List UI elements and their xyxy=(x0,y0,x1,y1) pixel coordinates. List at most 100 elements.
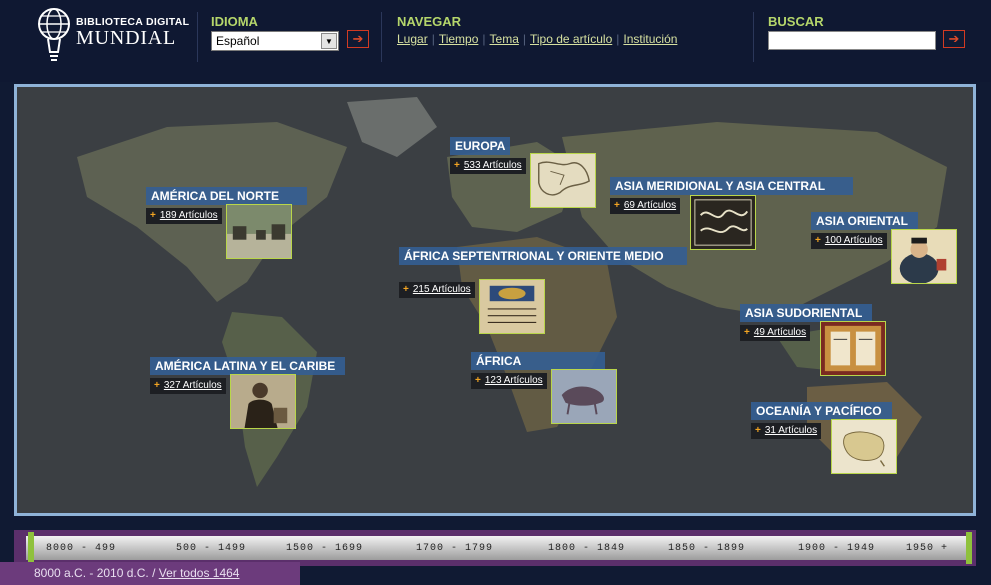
old-map-image xyxy=(832,420,896,473)
plus-icon: + xyxy=(150,210,156,221)
region-count-link[interactable]: 327 Artículos xyxy=(164,380,222,391)
header-divider xyxy=(381,12,382,62)
nav-link-time[interactable]: Tiempo xyxy=(439,32,479,46)
region-count: +31 Artículos xyxy=(751,423,822,439)
region-thumbnail[interactable] xyxy=(551,369,617,424)
view-all-link[interactable]: Ver todos 1464 xyxy=(159,566,240,580)
region-east-asia: ASIA ORIENTAL +100 Artículos xyxy=(811,212,957,288)
region-southeast-asia: ASIA SUDORIENTAL +49 Artículos xyxy=(740,304,900,380)
region-count-link[interactable]: 215 Artículos xyxy=(413,284,471,295)
timeline-start-handle[interactable] xyxy=(28,532,34,564)
world-map[interactable]: EUROPA +533 Artículos AMÉRICA DEL NORTE … xyxy=(14,84,976,516)
region-count: +123 Artículos xyxy=(471,373,547,389)
region-title[interactable]: ÁFRICA SEPTENTRIONAL Y ORIENTE MEDIO xyxy=(399,247,687,265)
portrait-painting-image xyxy=(892,230,956,283)
region-thumbnail[interactable] xyxy=(226,204,292,259)
language-label: IDIOMA xyxy=(211,14,258,29)
search-go-button[interactable]: ➔ xyxy=(943,30,965,48)
header-divider xyxy=(197,12,198,62)
region-title[interactable]: ASIA ORIENTAL xyxy=(811,212,918,230)
region-count-link[interactable]: 69 Artículos xyxy=(624,200,676,211)
timeline-segment[interactable]: 8000 - 499 xyxy=(46,543,116,554)
timeline-segment[interactable]: 1800 - 1849 xyxy=(548,543,625,554)
plus-icon: + xyxy=(475,375,481,386)
region-thumbnail[interactable] xyxy=(479,279,545,334)
region-count: +327 Artículos xyxy=(150,378,226,394)
plus-icon: + xyxy=(744,327,750,338)
region-count: +69 Artículos xyxy=(610,198,681,214)
header-divider xyxy=(753,12,754,62)
language-go-button[interactable]: ➔ xyxy=(347,30,369,48)
region-count: +100 Artículos xyxy=(811,233,887,249)
timeline-segment[interactable]: 1700 - 1799 xyxy=(416,543,493,554)
nav-separator: | xyxy=(431,32,435,46)
timeline-range-text: 8000 a.C. - 2010 d.C. / xyxy=(34,566,159,580)
timeline-range-label: 8000 a.C. - 2010 d.C. / Ver todos 1464 xyxy=(0,562,300,585)
nav-separator: | xyxy=(482,32,486,46)
language-selected-value: Español xyxy=(216,34,260,48)
region-thumbnail[interactable] xyxy=(530,153,596,208)
navigate-links: Lugar | Tiempo | Tema | Tipo de artículo | Insti… xyxy=(397,32,677,46)
plus-icon: + xyxy=(614,200,620,211)
timeline-segment[interactable]: 500 - 1499 xyxy=(176,543,246,554)
nav-link-place[interactable]: Lugar xyxy=(397,32,428,46)
region-africa: ÁFRICA +123 Artículos xyxy=(471,352,621,428)
region-count-link[interactable]: 189 Artículos xyxy=(160,210,218,221)
region-thumbnail[interactable] xyxy=(690,195,756,250)
old-map-image xyxy=(531,154,595,207)
region-count-link[interactable]: 31 Artículos xyxy=(765,425,817,436)
region-count: +49 Artículos xyxy=(740,325,811,341)
region-thumbnail[interactable] xyxy=(831,419,897,474)
timeline-segment[interactable]: 1900 - 1949 xyxy=(798,543,875,554)
nav-link-item-type[interactable]: Tipo de artículo xyxy=(530,32,612,46)
region-count-link[interactable]: 100 Artículos xyxy=(825,235,883,246)
historic-photo-image xyxy=(227,205,291,258)
region-thumbnail[interactable] xyxy=(891,229,957,284)
region-count-link[interactable]: 533 Artículos xyxy=(464,160,522,171)
region-thumbnail[interactable] xyxy=(230,374,296,429)
timeline-segment[interactable]: 1950 + xyxy=(906,543,948,554)
calligraphy-image xyxy=(691,196,755,249)
portrait-photo-image xyxy=(231,375,295,428)
region-oceania: OCEANÍA Y PACÍFICO +31 Artículos xyxy=(751,402,901,478)
navigate-label: NAVEGAR xyxy=(397,14,462,29)
region-title[interactable]: AMÉRICA LATINA Y EL CARIBE xyxy=(150,357,346,375)
nav-link-topic[interactable]: Tema xyxy=(490,32,519,46)
plus-icon: + xyxy=(454,160,460,171)
region-north-america: AMÉRICA DEL NORTE +189 Artículos xyxy=(146,187,321,263)
region-count: +189 Artículos xyxy=(146,208,222,224)
region-title[interactable]: OCEANÍA Y PACÍFICO xyxy=(751,402,892,420)
timeline: 8000 - 499 500 - 1499 1500 - 1699 1700 -… xyxy=(14,530,976,566)
nav-link-institution[interactable]: Institución xyxy=(623,32,677,46)
region-title[interactable]: ASIA SUDORIENTAL xyxy=(740,304,873,322)
nav-separator: | xyxy=(616,32,620,46)
region-count: +215 Artículos xyxy=(399,282,475,298)
region-title[interactable]: EUROPA xyxy=(450,137,511,155)
plus-icon: + xyxy=(815,235,821,246)
region-count-link[interactable]: 123 Artículos xyxy=(485,375,543,386)
timeline-bar[interactable]: 8000 - 499 500 - 1499 1500 - 1699 1700 -… xyxy=(26,536,972,560)
region-north-africa-middle-east: ÁFRICA SEPTENTRIONAL Y ORIENTE MEDIO +21… xyxy=(399,247,689,337)
region-latin-america: AMÉRICA LATINA Y EL CARIBE +327 Artículo… xyxy=(150,357,360,433)
lightbulb-globe-icon xyxy=(38,8,70,61)
region-count-link[interactable]: 49 Artículos xyxy=(754,327,806,338)
logo-line-2: MUNDIAL xyxy=(76,27,177,49)
timeline-segment[interactable]: 1500 - 1699 xyxy=(286,543,363,554)
illuminated-page-image xyxy=(821,322,885,375)
region-count: +533 Artículos xyxy=(450,158,526,174)
region-title[interactable]: AMÉRICA DEL NORTE xyxy=(146,187,308,205)
nav-separator: | xyxy=(522,32,526,46)
search-label: BUSCAR xyxy=(768,14,824,29)
rock-art-image xyxy=(552,370,616,423)
timeline-segment[interactable]: 1850 - 1899 xyxy=(668,543,745,554)
language-select[interactable]: Español ▼ xyxy=(211,31,339,51)
plus-icon: + xyxy=(403,284,409,295)
plus-icon: + xyxy=(154,380,160,391)
chevron-down-icon[interactable]: ▼ xyxy=(321,33,337,49)
timeline-end-handle[interactable] xyxy=(966,532,972,564)
site-logo[interactable]: BIBLIOTECA DIGITAL MUNDIAL xyxy=(36,6,189,70)
region-thumbnail[interactable] xyxy=(820,321,886,376)
region-title[interactable]: ÁFRICA xyxy=(471,352,606,370)
search-input[interactable] xyxy=(768,31,936,50)
region-title[interactable]: ASIA MERIDIONAL Y ASIA CENTRAL xyxy=(610,177,854,195)
